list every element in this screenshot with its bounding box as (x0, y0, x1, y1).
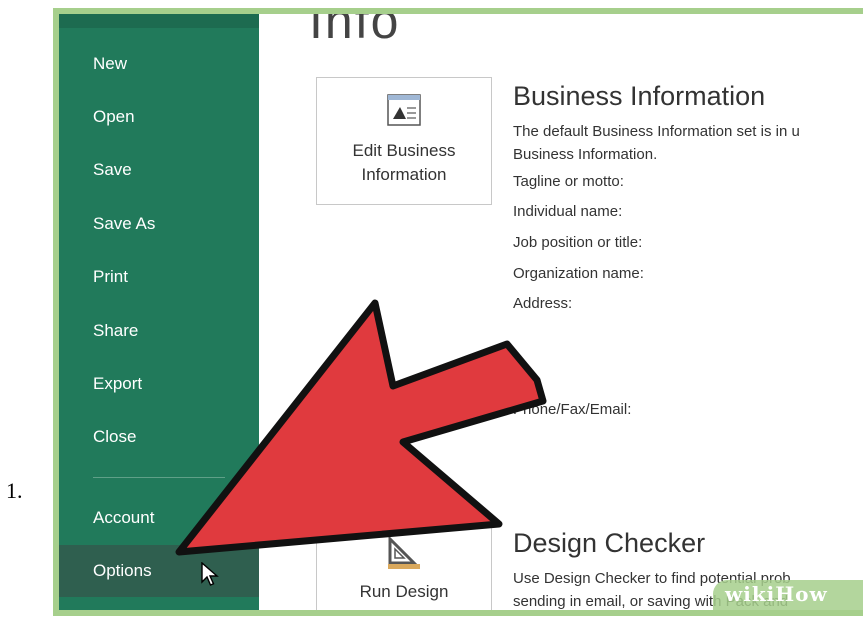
red-annotation-arrow (175, 299, 547, 556)
backstage-view: New Open Save Save As Print Share Export… (59, 14, 863, 610)
watermark-text: wikiHow (725, 582, 828, 606)
wikihow-watermark: wikiHow (713, 580, 863, 610)
list-number: 1. (6, 478, 23, 503)
screenshot-frame: New Open Save Save As Print Share Export… (53, 8, 863, 616)
